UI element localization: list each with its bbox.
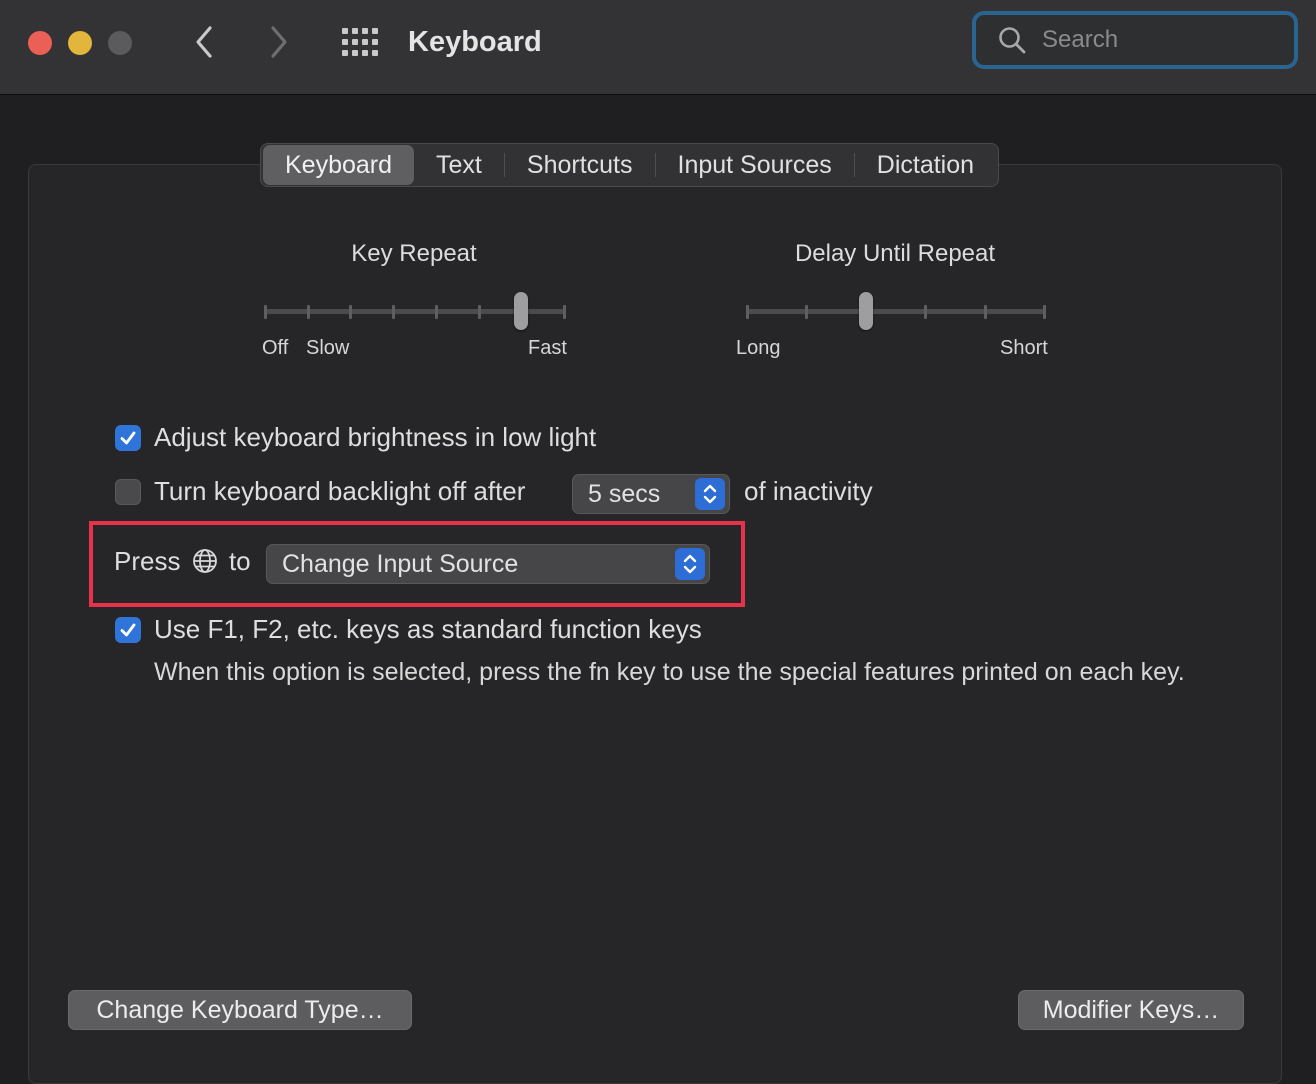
adjust-brightness-label: Adjust keyboard brightness in low light [154, 422, 597, 452]
slider-tick [924, 305, 928, 319]
slider-tick [1043, 305, 1046, 319]
globe-action-value: Change Input Source [282, 549, 519, 578]
grid-icon [342, 28, 378, 56]
key-repeat-fast-label: Fast [528, 337, 567, 359]
tab-text[interactable]: Text [414, 145, 504, 185]
slider-tick [349, 305, 353, 319]
window-title: Keyboard [408, 26, 542, 58]
tab-dictation[interactable]: Dictation [855, 145, 996, 185]
key-repeat-title: Key Repeat [351, 240, 477, 267]
minimize-button[interactable] [68, 31, 92, 55]
chevron-left-icon [196, 26, 212, 58]
key-repeat-slow-label: Slow [306, 337, 350, 359]
tab-bar: Keyboard Text Shortcuts Input Sources Di… [260, 143, 1000, 187]
chevron-right-icon [271, 26, 287, 58]
updown-arrows-icon [695, 478, 725, 510]
backlight-off-label: Turn keyboard backlight off after [154, 476, 526, 506]
slider-tick [306, 305, 310, 319]
slider-tick [805, 305, 809, 319]
delay-short-label: Short [1000, 337, 1048, 359]
inactivity-label: of inactivity [744, 476, 873, 506]
backlight-timeout-value: 5 secs [588, 479, 661, 508]
updown-arrows-icon [675, 548, 705, 580]
slider-knob[interactable] [858, 292, 873, 330]
slider-tick [983, 305, 987, 319]
adjust-brightness-checkbox[interactable] [115, 425, 141, 451]
modifier-keys-button[interactable]: Modifier Keys… [1018, 990, 1244, 1030]
zoom-button[interactable] [108, 31, 132, 55]
globe-icon [192, 549, 217, 574]
show-all-button[interactable] [340, 26, 380, 58]
search-field[interactable] [972, 11, 1298, 69]
change-keyboard-type-button[interactable]: Change Keyboard Type… [68, 990, 412, 1030]
slider-tick [264, 305, 267, 319]
forward-button[interactable] [261, 22, 297, 62]
slider-tick [477, 305, 481, 319]
tab-shortcuts[interactable]: Shortcuts [505, 145, 655, 185]
press-globe-label: Press to [114, 546, 251, 578]
slider-tick [392, 305, 396, 319]
tab-keyboard[interactable]: Keyboard [263, 145, 415, 185]
title-bar: Keyboard [0, 0, 1316, 95]
search-input[interactable] [1040, 25, 1264, 55]
close-button[interactable] [28, 31, 52, 55]
backlight-timeout-popup[interactable]: 5 secs [572, 474, 730, 514]
function-keys-description: When this option is selected, press the … [154, 658, 1185, 686]
delay-until-repeat-title: Delay Until Repeat [794, 240, 996, 267]
tab-input-sources[interactable]: Input Sources [656, 145, 854, 185]
to-label: to [228, 546, 251, 576]
globe-action-popup[interactable]: Change Input Source [266, 544, 710, 584]
backlight-off-checkbox[interactable] [115, 479, 141, 505]
function-keys-checkbox[interactable] [115, 617, 141, 643]
search-icon [999, 27, 1026, 54]
key-repeat-slider[interactable] [264, 292, 566, 332]
slider-knob[interactable] [514, 292, 529, 330]
function-keys-label: Use F1, F2, etc. keys as standard functi… [154, 614, 702, 644]
delay-long-label: Long [736, 337, 781, 359]
key-repeat-off-label: Off [262, 337, 289, 359]
slider-tick [434, 305, 438, 319]
back-button[interactable] [186, 22, 222, 62]
slider-tick [563, 305, 566, 319]
delay-until-repeat-slider[interactable] [746, 292, 1046, 332]
slider-tick [746, 305, 749, 319]
press-label: Press [114, 546, 181, 576]
slider-track [746, 309, 1046, 314]
